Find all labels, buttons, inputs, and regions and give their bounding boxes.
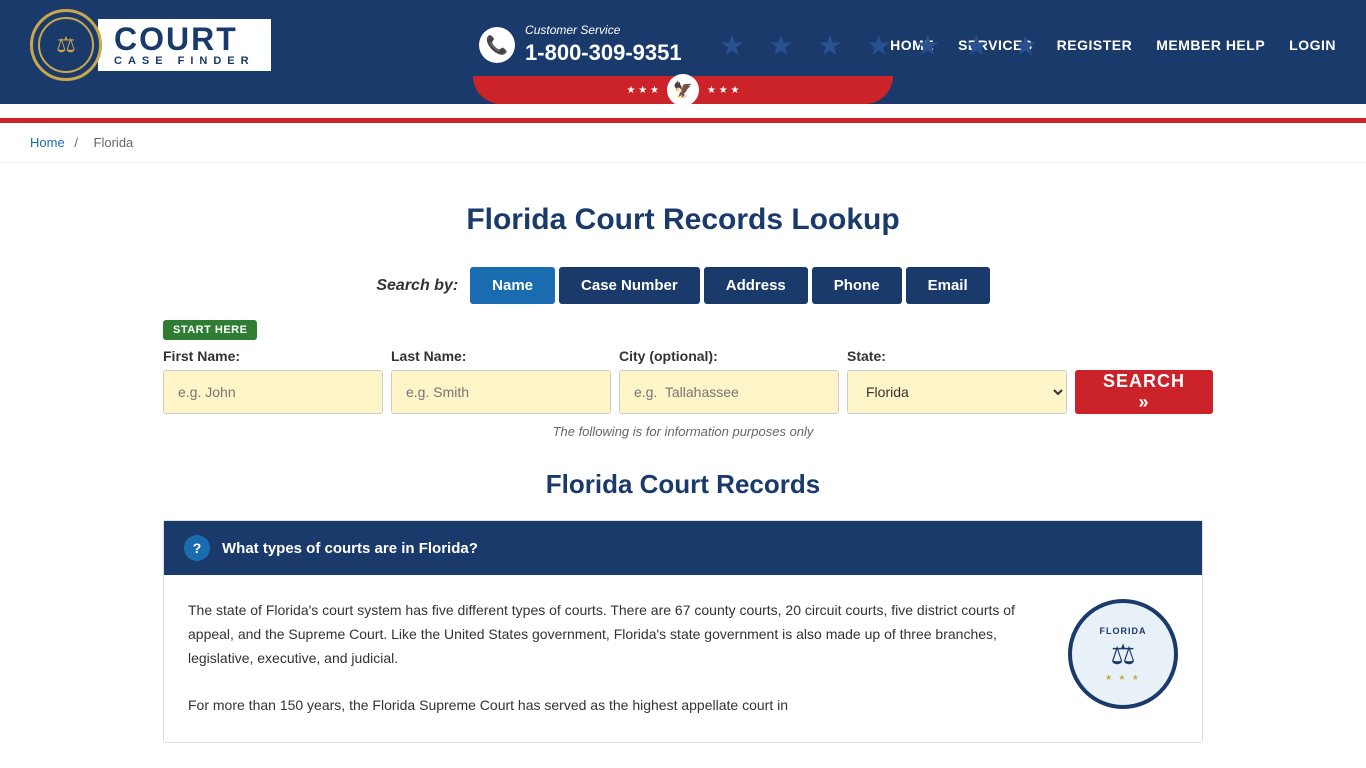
faq-item: ? What types of courts are in Florida? T… <box>163 520 1203 743</box>
faq-header-text: What types of courts are in Florida? <box>222 540 478 557</box>
nav-home[interactable]: HOME <box>890 37 934 53</box>
first-name-input[interactable] <box>163 370 383 414</box>
breadcrumb: Home / Florida <box>0 123 1366 163</box>
tab-phone[interactable]: Phone <box>812 267 902 304</box>
search-form: First Name: Last Name: City (optional): … <box>163 348 1203 414</box>
breadcrumb-current: Florida <box>94 135 134 150</box>
stars-banner: ★ ★ ★ 🦅 ★ ★ ★ <box>0 90 1366 118</box>
info-note: The following is for information purpose… <box>163 424 1203 439</box>
faq-question-icon: ? <box>184 535 210 561</box>
eagle-icon: 🦅 <box>667 74 699 106</box>
faq-answer-p1: The state of Florida's court system has … <box>188 599 1048 670</box>
seal-text-top: FLORIDA <box>1100 626 1147 636</box>
faq-body-text: The state of Florida's court system has … <box>188 599 1048 718</box>
logo-circle: ⚖ <box>30 9 102 81</box>
last-name-label: Last Name: <box>391 348 611 364</box>
search-by-row: Search by: Name Case Number Address Phon… <box>163 267 1203 304</box>
search-by-label: Search by: <box>376 277 458 295</box>
stars-right: ★ ★ ★ <box>707 85 739 96</box>
faq-body: The state of Florida's court system has … <box>164 575 1202 742</box>
city-group: City (optional): <box>619 348 839 414</box>
logo-area[interactable]: ⚖ COURT CASE FINDER <box>30 9 271 81</box>
breadcrumb-separator: / <box>74 135 81 150</box>
nav-services[interactable]: SERVICES <box>958 37 1033 53</box>
last-name-group: Last Name: <box>391 348 611 414</box>
page-title: Florida Court Records Lookup <box>163 203 1203 237</box>
customer-service: 📞 Customer Service 1-800-309-9351 <box>479 23 682 67</box>
tab-address[interactable]: Address <box>704 267 808 304</box>
first-name-group: First Name: <box>163 348 383 414</box>
stars-left: ★ ★ ★ <box>627 85 659 96</box>
search-button[interactable]: SEARCH » <box>1075 370 1213 414</box>
nav-login[interactable]: LOGIN <box>1289 37 1336 53</box>
logo-icon: ⚖ <box>38 17 94 73</box>
main-nav: HOME SERVICES REGISTER MEMBER HELP LOGIN <box>890 37 1336 53</box>
logo-court-text: COURT <box>114 23 255 55</box>
city-label: City (optional): <box>619 348 839 364</box>
state-group: State: Florida Alabama Georgia Texas Cal… <box>847 348 1067 414</box>
start-here-badge: START HERE <box>163 320 1203 348</box>
city-input[interactable] <box>619 370 839 414</box>
state-label: State: <box>847 348 1067 364</box>
logo-sub-text: CASE FINDER <box>114 55 255 67</box>
tab-case-number[interactable]: Case Number <box>559 267 700 304</box>
main-content: Florida Court Records Lookup Search by: … <box>133 163 1233 763</box>
cs-label: Customer Service <box>525 23 682 39</box>
stars-banner-inner: ★ ★ ★ 🦅 ★ ★ ★ <box>473 76 893 104</box>
first-name-label: First Name: <box>163 348 383 364</box>
nav-register[interactable]: REGISTER <box>1057 37 1133 53</box>
cs-text: Customer Service 1-800-309-9351 <box>525 23 682 67</box>
tab-email[interactable]: Email <box>906 267 990 304</box>
breadcrumb-home[interactable]: Home <box>30 135 65 150</box>
phone-icon: 📞 <box>479 27 515 63</box>
start-here-label: START HERE <box>163 320 257 340</box>
section-title: Florida Court Records <box>163 469 1203 500</box>
faq-answer-p2: For more than 150 years, the Florida Sup… <box>188 694 1048 718</box>
seal-icon: ⚖ <box>1110 638 1135 671</box>
cs-phone: 1-800-309-9351 <box>525 39 682 68</box>
logo-text: COURT CASE FINDER <box>98 19 271 71</box>
last-name-input[interactable] <box>391 370 611 414</box>
faq-header[interactable]: ? What types of courts are in Florida? <box>164 521 1202 575</box>
seal-stars: ★ ★ ★ <box>1105 673 1141 682</box>
florida-seal: FLORIDA ⚖ ★ ★ ★ <box>1068 599 1178 709</box>
state-select[interactable]: Florida Alabama Georgia Texas California <box>847 370 1067 414</box>
nav-member-help[interactable]: MEMBER HELP <box>1156 37 1265 53</box>
tab-name[interactable]: Name <box>470 267 555 304</box>
